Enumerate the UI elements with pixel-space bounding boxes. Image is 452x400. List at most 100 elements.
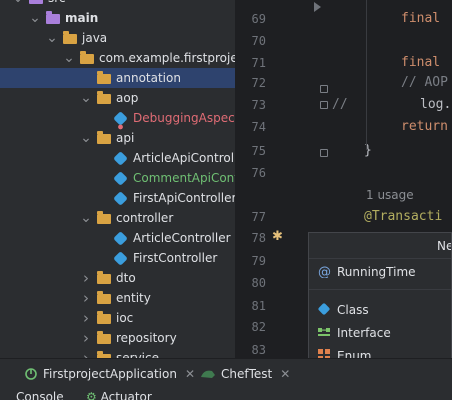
chevron-right-icon[interactable]: › [80,348,92,358]
chevron-right-icon[interactable]: › [80,288,92,308]
chevron-down-icon[interactable]: ⌄ [80,128,92,148]
tree-item[interactable]: ArticleApiController [0,148,235,168]
new-menu-item-runningtime[interactable]: @ RunningTime [309,261,451,283]
tree-item[interactable]: ⌄ api [0,128,235,148]
svg-text:@: @ [318,265,331,278]
tree-item[interactable]: ArticleController [0,228,235,248]
tree-item[interactable]: ⌄ com.example.firstproject [0,48,235,68]
line-number: 81 [251,299,266,313]
chevron-right-icon[interactable]: › [80,328,92,348]
tree-item[interactable]: ⌄ src [0,0,235,8]
chevron-right-icon[interactable]: › [80,308,92,328]
line-number: 71 [251,56,266,70]
project-tree[interactable]: ⌄ src ⌄ main ⌄ java ⌄ com.example.firstproject a… [0,0,235,358]
comment-marker: // [332,97,348,112]
fold-marker-icon[interactable] [320,101,328,109]
test-icon [201,370,215,378]
line-number: 80 [251,276,266,290]
tree-item-label: aop [116,91,139,105]
tree-item-label: ArticleApiController [133,151,235,165]
tree-item[interactable]: › entity [0,288,235,308]
menu-item-label: RunningTime [337,265,416,279]
folder-icon [28,0,44,6]
new-menu-item-class[interactable]: Class [309,299,451,321]
tool-tab-console[interactable]: Console [16,390,64,400]
class-icon [113,150,129,166]
tree-item-label: repository [116,331,177,345]
tool-tab-actuator[interactable]: ⚙ Actuator [86,390,152,400]
usage-hint[interactable]: 1 usage [366,185,414,205]
line-number: 72 [251,76,266,90]
chevron-down-icon[interactable]: ⌄ [80,208,92,228]
chevron-down-icon[interactable]: ⌄ [12,0,24,8]
tree-item[interactable]: DebuggingAspect [0,108,235,128]
package-icon [96,90,112,106]
class-icon [113,250,129,266]
new-menu-item-interface[interactable]: Interface [309,322,451,344]
tree-item[interactable]: ⌄ aop [0,88,235,108]
line-number: 73 [251,98,266,112]
tree-item-label: api [116,131,135,145]
line-number: 79 [251,254,266,268]
chevron-down-icon[interactable]: ⌄ [46,28,58,48]
run-tab-firstproject[interactable]: FirstprojectApplication ✕ [24,363,195,385]
code-line: return [401,119,448,134]
tree-item[interactable]: CommentApiControl [0,168,235,188]
package-icon [96,290,112,306]
code-line: // AOP [401,75,448,90]
tree-item-label: main [65,11,99,25]
line-number: 76 [251,166,266,180]
tree-item[interactable]: FirstApiController [0,188,235,208]
package-icon [96,350,112,358]
tree-item-label: FirstApiController [133,191,235,205]
code-line: final [401,11,441,26]
tree-item[interactable]: › ioc [0,308,235,328]
fold-marker-icon[interactable] [320,149,328,157]
chevron-right-icon[interactable]: › [80,268,92,288]
tree-item-label: service [116,351,159,358]
bottom-bar: FirstprojectApplication ✕ ChefTest ✕ Con… [0,358,452,400]
source-folder-icon [62,30,78,46]
close-icon[interactable]: ✕ [185,367,195,381]
tree-item[interactable]: ⌄ controller [0,208,235,228]
fold-marker-icon[interactable] [320,85,328,93]
tree-item[interactable]: › dto [0,268,235,288]
run-tab-label: FirstprojectApplication [43,367,177,381]
annotation-icon: @ [317,264,331,280]
tree-item-label: entity [116,291,151,305]
menu-item-label: Class [337,303,369,317]
interface-icon [317,325,331,339]
line-number: 75 [251,144,266,158]
class-icon [113,110,129,126]
indent-guide [366,0,367,150]
chevron-down-icon[interactable]: ⌄ [80,88,92,108]
tree-item[interactable]: › repository [0,328,235,348]
tree-item-label: CommentApiControl [133,171,235,185]
code-line: final [401,55,441,70]
tree-item[interactable]: FirstController [0,248,235,268]
line-number: 74 [251,120,266,134]
fold-arrow-icon[interactable] [314,2,321,12]
tree-item-label: FirstController [133,251,218,265]
popup-title: Ne [309,233,451,259]
tree-item[interactable]: ⌄ java [0,28,235,48]
tree-item[interactable]: › service [0,348,235,358]
package-icon [96,330,112,346]
line-number: 82 [251,320,266,334]
close-icon[interactable]: ✕ [280,367,290,381]
run-tab-cheftest[interactable]: ChefTest ✕ [200,363,290,385]
line-number: 70 [251,34,266,48]
tree-item[interactable]: ⌄ main [0,8,235,28]
intention-action-icon[interactable]: ✱ [272,229,283,244]
class-icon [113,230,129,246]
line-number: 83 [251,343,266,357]
tree-item-label: annotation [116,71,181,85]
line-number: 69 [251,12,266,26]
package-icon [96,70,112,86]
chevron-down-icon[interactable]: ⌄ [29,8,41,28]
tree-item-label: ioc [116,311,134,325]
tree-item-label: src [48,0,66,8]
chevron-down-icon[interactable]: ⌄ [63,48,75,68]
tree-item[interactable]: annotation [0,68,235,88]
package-icon [96,130,112,146]
